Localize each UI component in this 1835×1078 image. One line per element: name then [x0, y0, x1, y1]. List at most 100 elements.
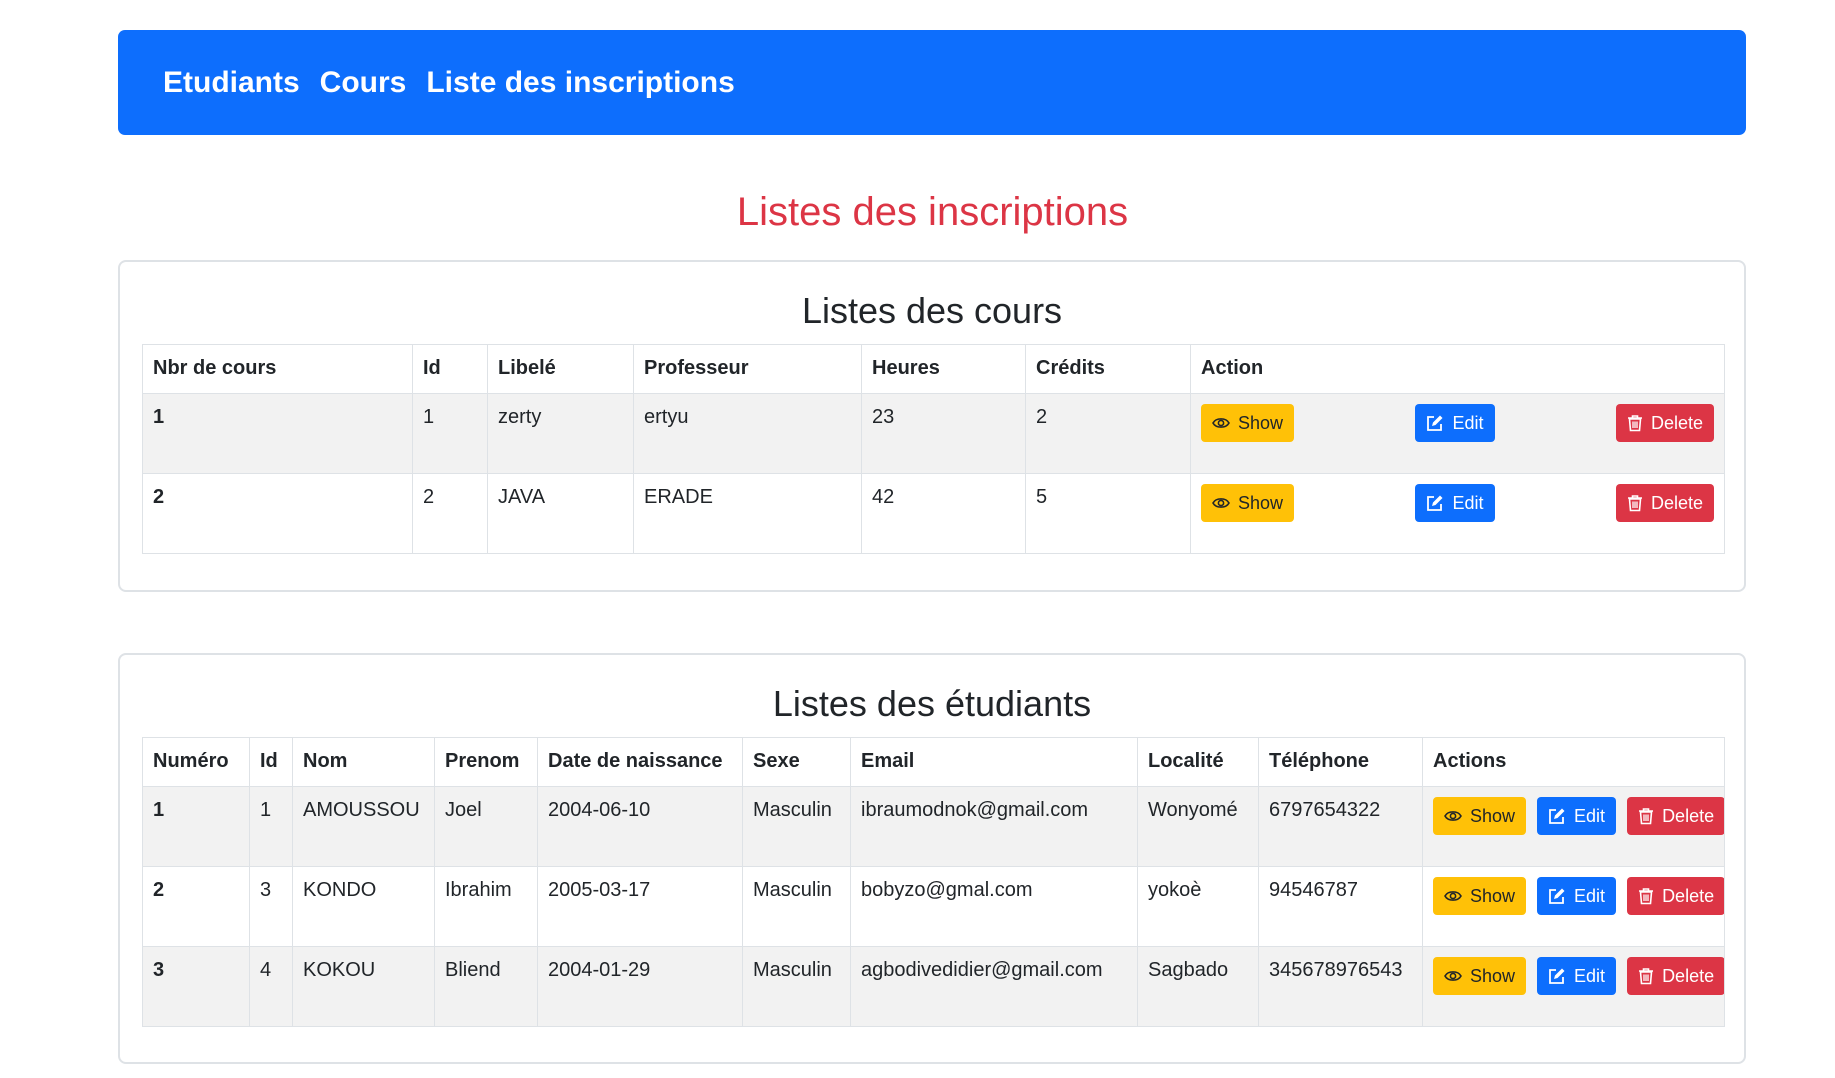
actions-cell: Show Edit Delete	[1422, 946, 1725, 1027]
table-row: 1 1 AMOUSSOU Joel 2004-06-10 Masculin ibraumod…	[142, 786, 1725, 867]
courses-card: Listes des cours Nbr de cours Id Libelé Pro…	[118, 260, 1746, 592]
column-header: Email	[850, 737, 1138, 787]
table-cell: Joel	[434, 786, 538, 867]
table-cell: Wonyomé	[1137, 786, 1259, 867]
table-cell: KOKOU	[292, 946, 435, 1027]
table-cell: 2004-01-29	[537, 946, 743, 1027]
edit-button[interactable]: Edit	[1415, 484, 1495, 522]
column-header: Localité	[1137, 737, 1259, 787]
table-cell: 4	[249, 946, 293, 1027]
table-cell: 345678976543	[1258, 946, 1423, 1027]
column-header: Id	[412, 344, 488, 394]
table-cell: 23	[861, 393, 1026, 474]
nav-link-inscriptions[interactable]: Liste des inscriptions	[426, 66, 734, 100]
show-button-label: Show	[1470, 885, 1516, 906]
nav-link-cours[interactable]: Cours	[320, 66, 407, 100]
delete-button[interactable]: Delete	[1627, 797, 1724, 835]
edit-button[interactable]: Edit	[1537, 877, 1617, 915]
row-actions: Show Edit Delete	[1433, 877, 1724, 915]
show-button-label: Show	[1470, 965, 1516, 986]
table-row: 3 4 KOKOU Bliend 2004-01-29 Masculin agbodived…	[142, 946, 1725, 1027]
trash-icon	[1638, 967, 1662, 985]
table-cell: Bliend	[434, 946, 538, 1027]
table-cell: 2005-03-17	[537, 866, 743, 947]
column-header: Date de naissance	[537, 737, 743, 787]
actions-cell: Show Edit Delete	[1190, 393, 1725, 474]
edit-button[interactable]: Edit	[1415, 404, 1495, 442]
row-actions: Show Edit Delete	[1433, 797, 1724, 835]
edit-button[interactable]: Edit	[1537, 957, 1617, 995]
table-cell: Masculin	[742, 866, 851, 947]
delete-button[interactable]: Delete	[1627, 877, 1724, 915]
table-cell: yokoè	[1137, 866, 1259, 947]
table-cell: 1	[142, 786, 250, 867]
students-card: Listes des étudiants Numéro Id Nom Prenom Da…	[118, 653, 1746, 1064]
trash-icon	[1638, 887, 1662, 905]
column-header: Actions	[1422, 737, 1725, 787]
students-title: Listes des étudiants	[772, 683, 1092, 724]
trash-icon	[1627, 414, 1651, 432]
eye-icon	[1444, 889, 1470, 903]
column-header: Professeur	[633, 344, 862, 394]
table-cell: 3	[249, 866, 293, 947]
table-cell: KONDO	[292, 866, 435, 947]
column-header: Numéro	[142, 737, 250, 787]
trash-icon	[1638, 807, 1662, 825]
edit-button-label: Edit	[1452, 492, 1484, 513]
actions-cell: Show Edit Delete	[1422, 786, 1725, 867]
show-button[interactable]: Show	[1433, 877, 1527, 915]
actions-cell: Show Edit Delete	[1422, 866, 1725, 947]
show-button[interactable]: Show	[1433, 797, 1527, 835]
edit-button-label: Edit	[1574, 805, 1606, 826]
table-row: 2 2 JAVA ERADE 42 5 Show Edit Delete	[142, 473, 1725, 554]
column-header: Sexe	[742, 737, 851, 787]
table-row: 1 1 zerty ertyu 23 2 Show Edit Delete	[142, 393, 1725, 474]
row-actions: Show Edit Delete	[1201, 404, 1714, 442]
trash-icon	[1627, 494, 1651, 512]
table-cell: 2004-06-10	[537, 786, 743, 867]
column-header: Heures	[861, 344, 1026, 394]
show-button[interactable]: Show	[1201, 404, 1295, 442]
delete-button[interactable]: Delete	[1627, 957, 1724, 995]
eye-icon	[1444, 969, 1470, 983]
table-cell: bobyzo@gmal.com	[850, 866, 1138, 947]
delete-button[interactable]: Delete	[1615, 484, 1714, 522]
nav-link-etudiants[interactable]: Etudiants	[163, 66, 300, 100]
column-header: Téléphone	[1258, 737, 1423, 787]
table-cell: 2	[1025, 393, 1191, 474]
row-actions: Show Edit Delete	[1201, 484, 1714, 522]
students-header-row: Numéro Id Nom Prenom Date de naissance Sexe Em…	[142, 737, 1725, 787]
navbar: Etudiants Cours Liste des inscriptions	[118, 30, 1746, 135]
table-cell: 1	[249, 786, 293, 867]
eye-icon	[1212, 496, 1238, 510]
table-cell: agbodivedidier@gmail.com	[850, 946, 1138, 1027]
edit-button-label: Edit	[1574, 885, 1606, 906]
show-button[interactable]: Show	[1201, 484, 1295, 522]
table-cell: JAVA	[487, 473, 634, 554]
page-title: Listes des inscriptions	[736, 190, 1129, 234]
delete-button-label: Delete	[1650, 412, 1703, 433]
table-cell: zerty	[487, 393, 634, 474]
edit-button[interactable]: Edit	[1537, 797, 1617, 835]
table-cell: 2	[142, 473, 413, 554]
column-header: Action	[1190, 344, 1725, 394]
column-header: Id	[249, 737, 293, 787]
actions-cell: Show Edit Delete	[1190, 473, 1725, 554]
table-cell: Ibrahim	[434, 866, 538, 947]
table-cell: ERADE	[633, 473, 862, 554]
table-cell: AMOUSSOU	[292, 786, 435, 867]
table-cell: 6797654322	[1258, 786, 1423, 867]
delete-button-label: Delete	[1650, 492, 1703, 513]
edit-icon	[1548, 967, 1574, 985]
table-cell: 5	[1025, 473, 1191, 554]
table-cell: Masculin	[742, 946, 851, 1027]
table-cell: ibraumodnok@gmail.com	[850, 786, 1138, 867]
show-button[interactable]: Show	[1433, 957, 1527, 995]
table-cell: 2	[142, 866, 250, 947]
show-button-label: Show	[1238, 492, 1284, 513]
table-cell: 1	[412, 393, 488, 474]
table-cell: Sagbado	[1137, 946, 1259, 1027]
edit-icon	[1426, 494, 1452, 512]
delete-button[interactable]: Delete	[1615, 404, 1714, 442]
delete-button-label: Delete	[1662, 805, 1715, 826]
